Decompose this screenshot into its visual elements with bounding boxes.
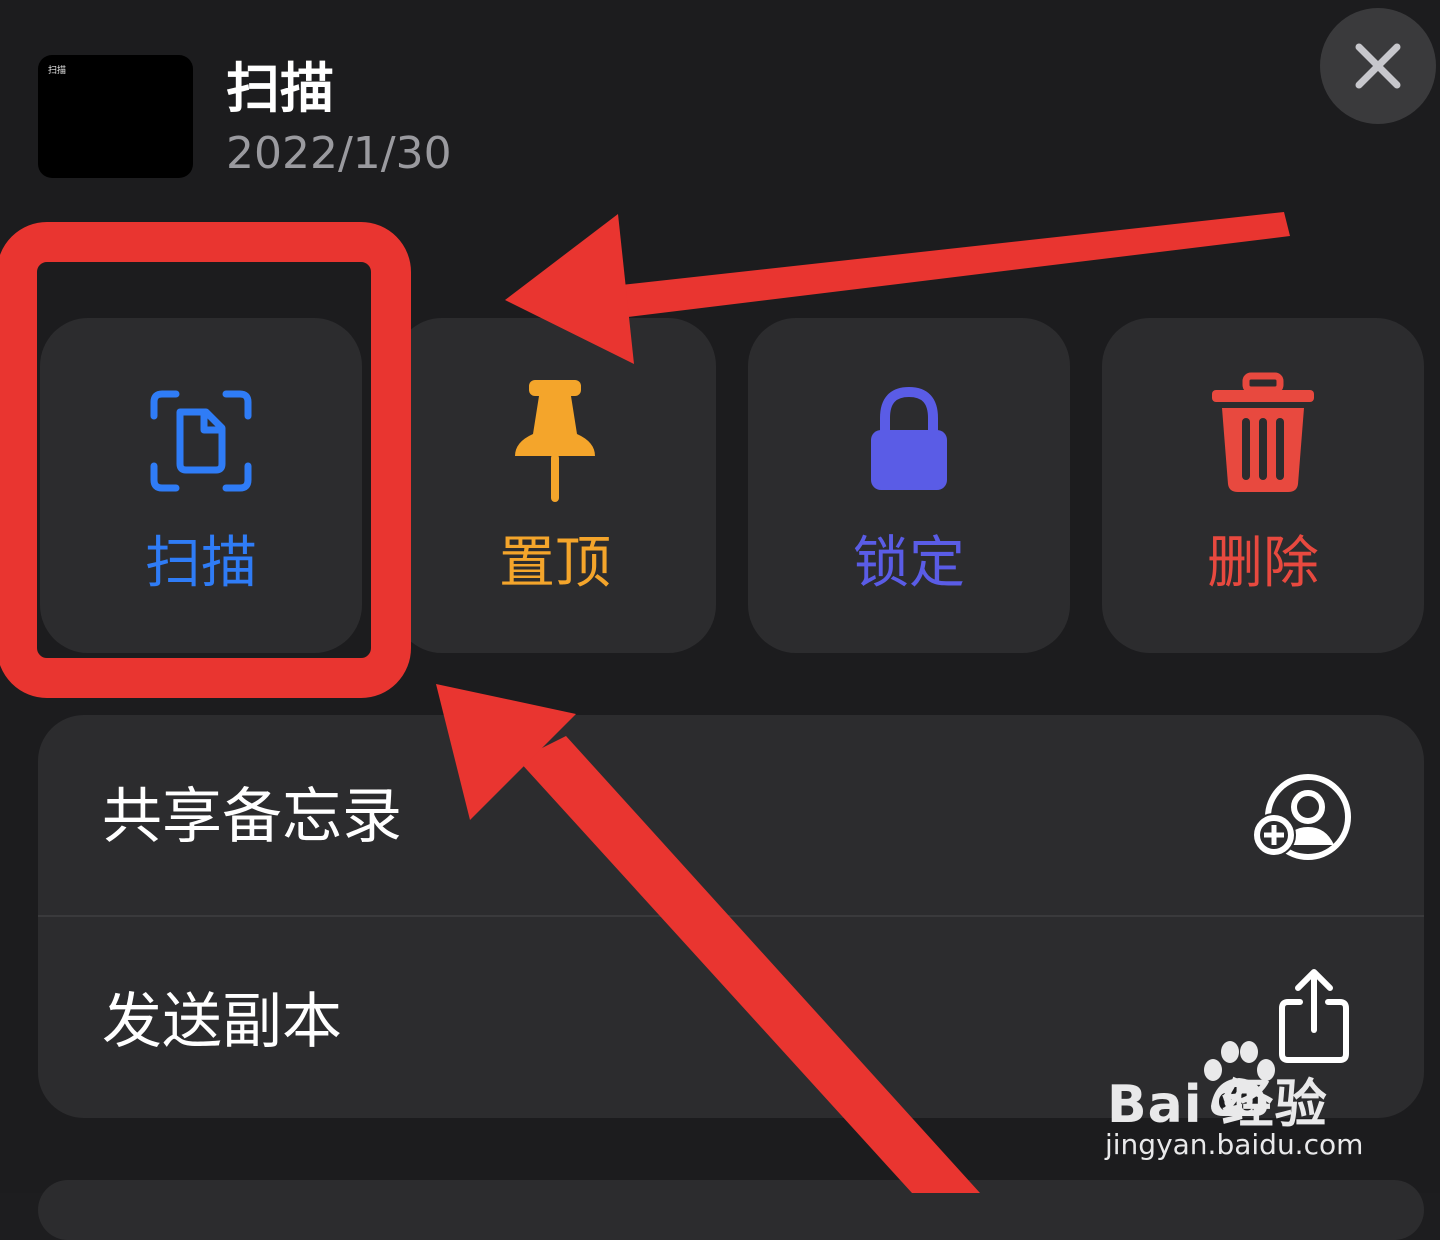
trash-icon	[1212, 372, 1314, 492]
thumbnail-label: 扫描	[48, 66, 67, 76]
pin-label: 置顶	[499, 531, 611, 596]
close-icon	[1355, 43, 1401, 89]
lock-label: 锁定	[853, 531, 965, 596]
note-thumbnail: 扫描	[38, 55, 193, 178]
share-note-row[interactable]: 共享备忘录	[38, 715, 1424, 917]
baidu-watermark: du Bai 经验 jingyan.baidu.com	[1105, 1040, 1405, 1170]
watermark-url: jingyan.baidu.com	[1105, 1128, 1364, 1161]
share-note-label: 共享备忘录	[102, 782, 402, 852]
delete-label: 删除	[1207, 531, 1319, 596]
pin-button[interactable]: 置顶	[394, 318, 716, 653]
note-date: 2022/1/30	[226, 128, 452, 179]
pin-icon	[515, 380, 595, 502]
share-person-add-icon	[1252, 774, 1351, 860]
note-title: 扫描	[226, 57, 334, 120]
scan-button[interactable]: 扫描	[40, 318, 362, 653]
watermark-brand: Bai 经验	[1107, 1075, 1328, 1135]
lock-icon	[871, 386, 947, 490]
delete-button[interactable]: 删除	[1102, 318, 1424, 653]
send-copy-label: 发送副本	[102, 987, 342, 1057]
lock-button[interactable]: 锁定	[748, 318, 1070, 653]
next-menu-card	[38, 1180, 1424, 1240]
note-actions-sheet: 扫描 扫描 2022/1/30 扫描 置顶 锁定 删除 共享备忘录 发送副本	[0, 0, 1440, 1240]
close-button[interactable]	[1320, 8, 1436, 124]
scan-document-icon	[150, 390, 252, 492]
scan-label: 扫描	[145, 531, 257, 596]
